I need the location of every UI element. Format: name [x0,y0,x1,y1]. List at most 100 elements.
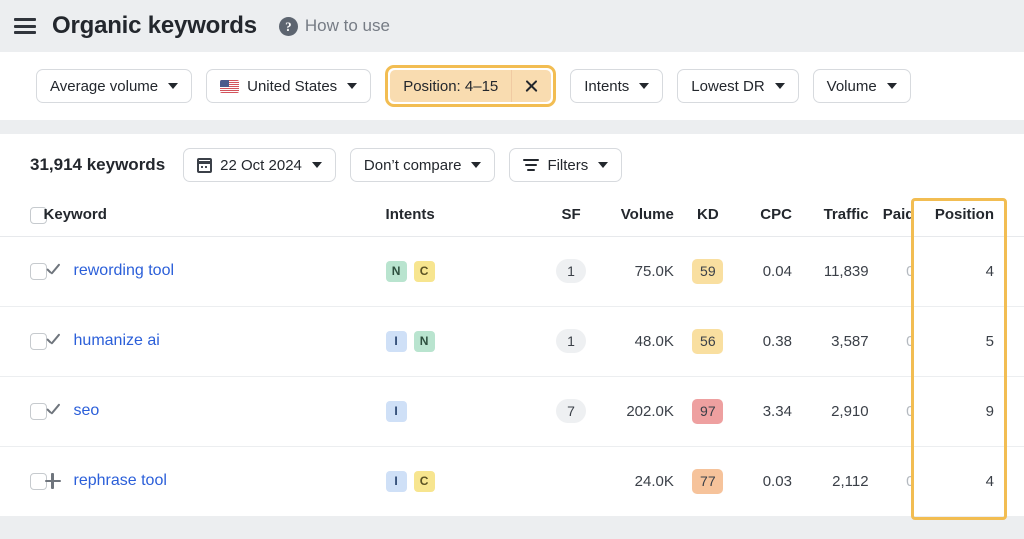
keyword-link[interactable]: humanize ai [74,332,160,350]
column-header-volume[interactable]: Volume [601,196,680,236]
table-toolbar: 31,914 keywords 22 Oct 2024 Don’t compar… [0,134,1024,196]
intents-cell: IC [386,446,541,516]
intents-cell: I [386,376,541,446]
keyword-link[interactable]: rewording tool [74,262,175,280]
cpc-cell: 0.03 [736,446,796,516]
row-select-cell [0,306,44,376]
page-header: Organic keywords ? How to use [0,0,1024,52]
sf-cell: 7 [541,376,601,446]
filters-button-label: Filters [547,157,588,174]
filter-volume[interactable]: Volume [813,69,911,103]
row-select-cell [0,236,44,306]
column-header-position[interactable]: Position [924,196,1024,236]
paid-cell: 0 [873,236,925,306]
keyword-cell: seo [44,376,386,446]
cpc-cell: 0.38 [736,306,796,376]
filter-intents[interactable]: Intents [570,69,663,103]
table-row[interactable]: rephrase tool IC 24.0K 77 0.03 2,112 0 4 [0,446,1024,516]
sf-cell [541,446,601,516]
paid-cell: 0 [873,446,925,516]
position-cell: 4 [924,236,1024,306]
column-header-paid[interactable]: Paid [873,196,925,236]
filter-country[interactable]: United States [206,69,371,103]
kd-cell: 59 [680,236,736,306]
column-header-cpc[interactable]: CPC [736,196,796,236]
filter-country-label: United States [247,78,337,95]
column-header-kd[interactable]: KD [680,196,736,236]
keyword-cell: humanize ai [44,306,386,376]
compare-selector[interactable]: Don’t compare [350,148,496,182]
chevron-down-icon [312,162,322,168]
filter-position[interactable]: Position: 4–15 [390,70,551,102]
traffic-cell: 2,112 [796,446,873,516]
chevron-down-icon [639,83,649,89]
traffic-cell: 11,839 [796,236,873,306]
check-icon[interactable] [44,332,62,350]
check-icon[interactable] [44,402,62,420]
table-row[interactable]: rewording tool NC 1 75.0K 59 0.04 11,839… [0,236,1024,306]
intent-badge[interactable]: N [386,261,407,282]
kd-pill: 56 [692,329,723,354]
position-cell: 9 [924,376,1024,446]
keyword-cell: rewording tool [44,236,386,306]
date-picker-label: 22 Oct 2024 [220,157,302,174]
keywords-table-card: 31,914 keywords 22 Oct 2024 Don’t compar… [0,134,1024,517]
table-row[interactable]: seo I 7 202.0K 97 3.34 2,910 0 9 [0,376,1024,446]
column-header-sf[interactable]: SF [541,196,601,236]
volume-cell: 202.0K [601,376,680,446]
filters-button[interactable]: Filters [509,148,622,182]
how-to-use-link[interactable]: ? How to use [279,16,390,36]
intent-badge[interactable]: C [414,471,435,492]
date-picker[interactable]: 22 Oct 2024 [183,148,336,182]
filter-average-volume-label: Average volume [50,78,158,95]
plus-icon[interactable] [44,472,62,490]
chevron-down-icon [347,83,357,89]
filter-average-volume[interactable]: Average volume [36,69,192,103]
intents-cell: IN [386,306,541,376]
help-icon: ? [279,17,298,36]
intent-badge[interactable]: C [414,261,435,282]
chevron-down-icon [775,83,785,89]
intent-badge[interactable]: N [414,331,435,352]
hamburger-menu-icon[interactable] [14,18,36,34]
cpc-cell: 0.04 [736,236,796,306]
column-header-traffic[interactable]: Traffic [796,196,873,236]
filter-lowest-dr-label: Lowest DR [691,78,764,95]
volume-cell: 75.0K [601,236,680,306]
position-cell: 5 [924,306,1024,376]
kd-pill: 59 [692,259,723,284]
row-select-cell [0,446,44,516]
kd-pill: 97 [692,399,723,424]
card-divider [0,120,1024,134]
paid-cell: 0 [873,376,925,446]
volume-cell: 24.0K [601,446,680,516]
keyword-link[interactable]: seo [74,402,100,420]
chevron-down-icon [168,83,178,89]
column-header-intents[interactable]: Intents [386,196,541,236]
page-title: Organic keywords [52,12,257,40]
sf-pill: 1 [556,329,586,353]
table-body: rewording tool NC 1 75.0K 59 0.04 11,839… [0,236,1024,516]
close-icon [524,79,539,94]
kd-cell: 77 [680,446,736,516]
position-cell: 4 [924,446,1024,516]
keyword-link[interactable]: rephrase tool [74,472,167,490]
intent-badge[interactable]: I [386,331,407,352]
filter-lowest-dr[interactable]: Lowest DR [677,69,798,103]
filter-position-label: Position: 4–15 [390,78,511,95]
filter-icon [523,158,539,172]
keyword-cell: rephrase tool [44,446,386,516]
traffic-cell: 2,910 [796,376,873,446]
table-row[interactable]: humanize ai IN 1 48.0K 56 0.38 3,587 0 5 [0,306,1024,376]
kd-cell: 97 [680,376,736,446]
calendar-icon [197,158,212,173]
column-header-keyword[interactable]: Keyword [44,196,386,236]
paid-cell: 0 [873,306,925,376]
check-icon[interactable] [44,262,62,280]
remove-position-filter-button[interactable] [511,70,551,102]
select-all-header [0,196,44,236]
intent-badge[interactable]: I [386,401,407,422]
chevron-down-icon [598,162,608,168]
chevron-down-icon [887,83,897,89]
intent-badge[interactable]: I [386,471,407,492]
